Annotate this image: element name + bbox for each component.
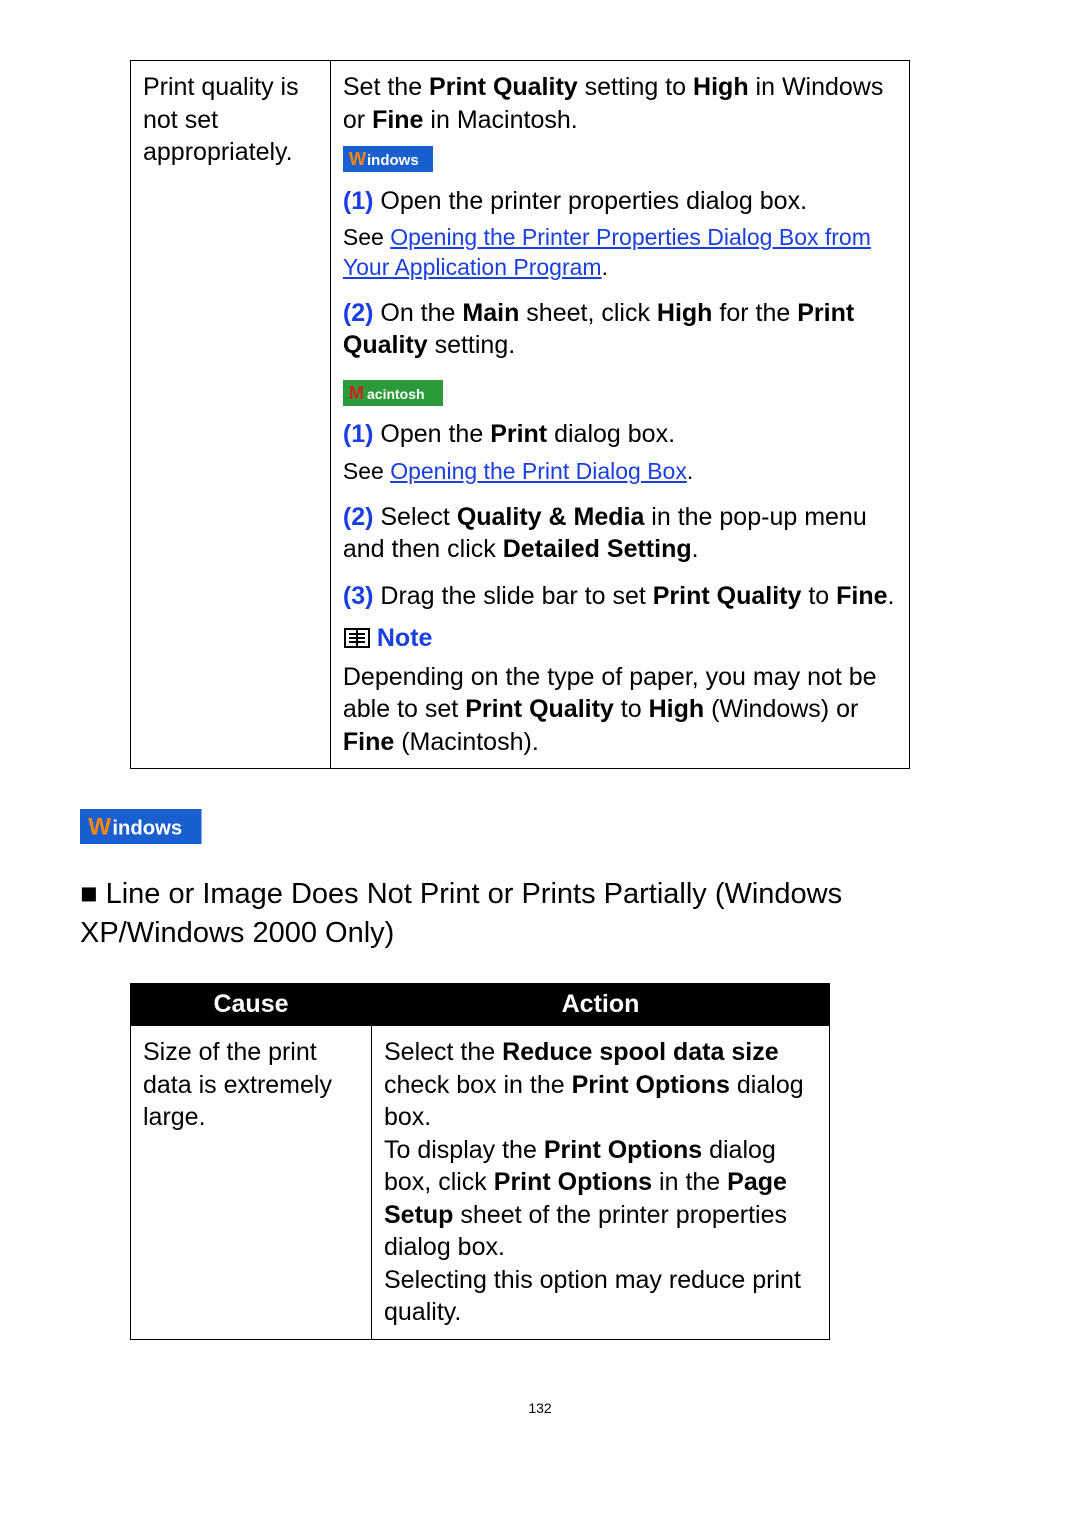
- mac-see-line: See Opening the Print Dialog Box.: [343, 457, 897, 487]
- note-icon: [343, 627, 369, 649]
- mac-step-1: (1) Open the Print dialog box.: [343, 418, 897, 451]
- troubleshooting-table-line-image: Cause Action Size of the print data is e…: [130, 983, 830, 1340]
- win-step-1: (1) Open the printer properties dialog b…: [343, 185, 897, 218]
- cause-text: Print quality is not set appropriately.: [143, 73, 299, 166]
- svg-text:indows: indows: [112, 818, 182, 840]
- macintosh-icon: M acintosh: [343, 380, 443, 406]
- cause-cell: Size of the print data is extremely larg…: [131, 1026, 372, 1340]
- table-header-action: Action: [372, 984, 830, 1026]
- cause-cell: Print quality is not set appropriately.: [131, 61, 331, 769]
- action-intro: Set the Print Quality setting to High in…: [343, 71, 897, 136]
- note-label: Note: [377, 622, 433, 655]
- windows-badge: W indows: [343, 142, 897, 175]
- action-line-2: To display the Print Options dialog box,…: [384, 1134, 817, 1264]
- windows-icon: W indows: [80, 809, 202, 844]
- page-number: 132: [80, 1400, 1000, 1416]
- windows-icon: W indows: [343, 146, 433, 172]
- bullet-icon: ■: [80, 878, 98, 910]
- action-cell: Select the Reduce spool data size check …: [372, 1026, 830, 1340]
- svg-text:acintosh: acintosh: [367, 386, 425, 402]
- svg-text:W: W: [349, 149, 366, 169]
- svg-text:W: W: [88, 814, 111, 841]
- action-cell: Set the Print Quality setting to High in…: [330, 61, 909, 769]
- cause-text: Size of the print data is extremely larg…: [143, 1038, 332, 1131]
- link-print-dialog[interactable]: Opening the Print Dialog Box: [390, 458, 687, 484]
- action-line-1: Select the Reduce spool data size check …: [384, 1036, 817, 1134]
- mac-step-2: (2) Select Quality & Media in the pop-up…: [343, 501, 897, 566]
- svg-text:M: M: [349, 383, 364, 403]
- troubleshooting-table-print-quality: Print quality is not set appropriately. …: [130, 60, 910, 769]
- section-heading-text: Line or Image Does Not Print or Prints P…: [80, 878, 842, 949]
- table-header-cause: Cause: [131, 984, 372, 1026]
- note-body: Depending on the type of paper, you may …: [343, 661, 897, 759]
- win-see-line: See Opening the Printer Properties Dialo…: [343, 223, 897, 283]
- action-line-3: Selecting this option may reduce print q…: [384, 1264, 817, 1329]
- section-heading: ■ Line or Image Does Not Print or Prints…: [80, 875, 1000, 953]
- note-header: Note: [343, 622, 897, 655]
- macintosh-badge: M acintosh: [343, 376, 897, 409]
- win-step-2: (2) On the Main sheet, click High for th…: [343, 297, 897, 362]
- mac-step-3: (3) Drag the slide bar to set Print Qual…: [343, 580, 897, 613]
- svg-text:indows: indows: [367, 152, 419, 169]
- windows-section-badge: W indows: [80, 809, 1000, 835]
